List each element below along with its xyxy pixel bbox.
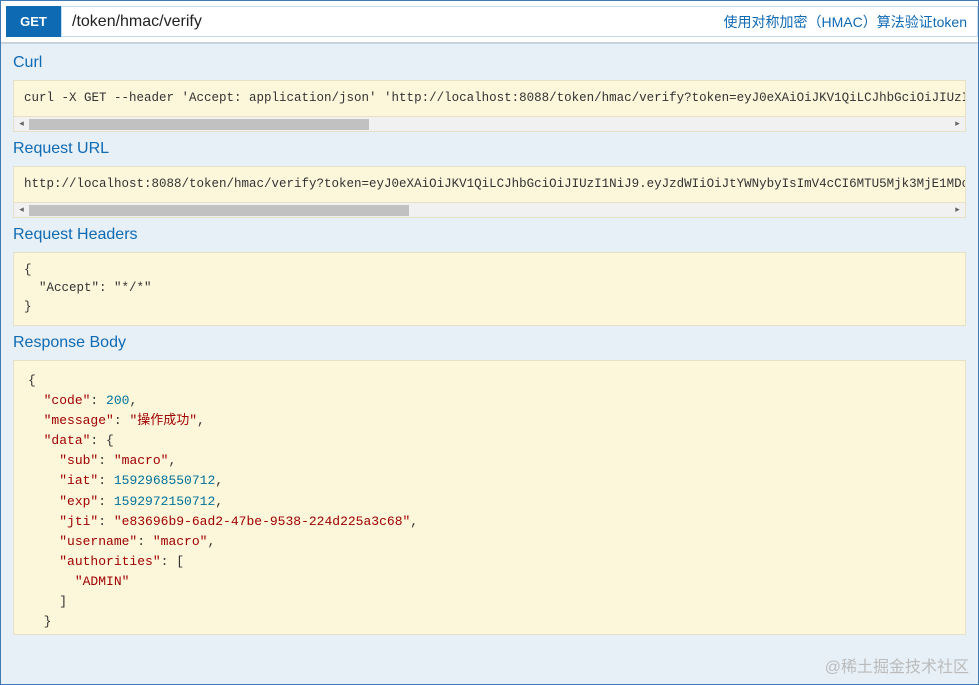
endpoint-description: 使用对称加密（HMAC）算法验证token — [724, 12, 967, 32]
curl-section-title: Curl — [13, 54, 966, 72]
scroll-left-icon[interactable]: ◂ — [14, 117, 29, 131]
response-body-section-title: Response Body — [13, 334, 966, 352]
scroll-right-icon[interactable]: ▸ — [950, 117, 965, 131]
scroll-left-icon[interactable]: ◂ — [14, 203, 29, 217]
scroll-thumb[interactable] — [29, 205, 409, 216]
response-body-block[interactable]: { "code": 200, "message": "操作成功", "data"… — [13, 360, 966, 635]
request-headers-block[interactable]: { "Accept": "*/*" } — [13, 252, 966, 326]
request-url-scrollbar[interactable]: ◂ ▸ — [13, 203, 966, 218]
request-url-section-title: Request URL — [13, 140, 966, 158]
endpoint-path: /token/hmac/verify — [72, 13, 202, 31]
scroll-thumb[interactable] — [29, 119, 369, 130]
path-bar: /token/hmac/verify 使用对称加密（HMAC）算法验证token — [61, 6, 978, 37]
http-method-badge: GET — [6, 6, 61, 37]
request-url-block[interactable]: http://localhost:8088/token/hmac/verify?… — [13, 166, 966, 203]
curl-scrollbar[interactable]: ◂ ▸ — [13, 117, 966, 132]
request-headers-section-title: Request Headers — [13, 226, 966, 244]
swagger-panel: GET /token/hmac/verify 使用对称加密（HMAC）算法验证t… — [0, 0, 979, 685]
operation-header[interactable]: GET /token/hmac/verify 使用对称加密（HMAC）算法验证t… — [1, 1, 978, 43]
scroll-right-icon[interactable]: ▸ — [950, 203, 965, 217]
operation-content: Curl curl -X GET --header 'Accept: appli… — [1, 43, 978, 684]
curl-command-block[interactable]: curl -X GET --header 'Accept: applicatio… — [13, 80, 966, 117]
